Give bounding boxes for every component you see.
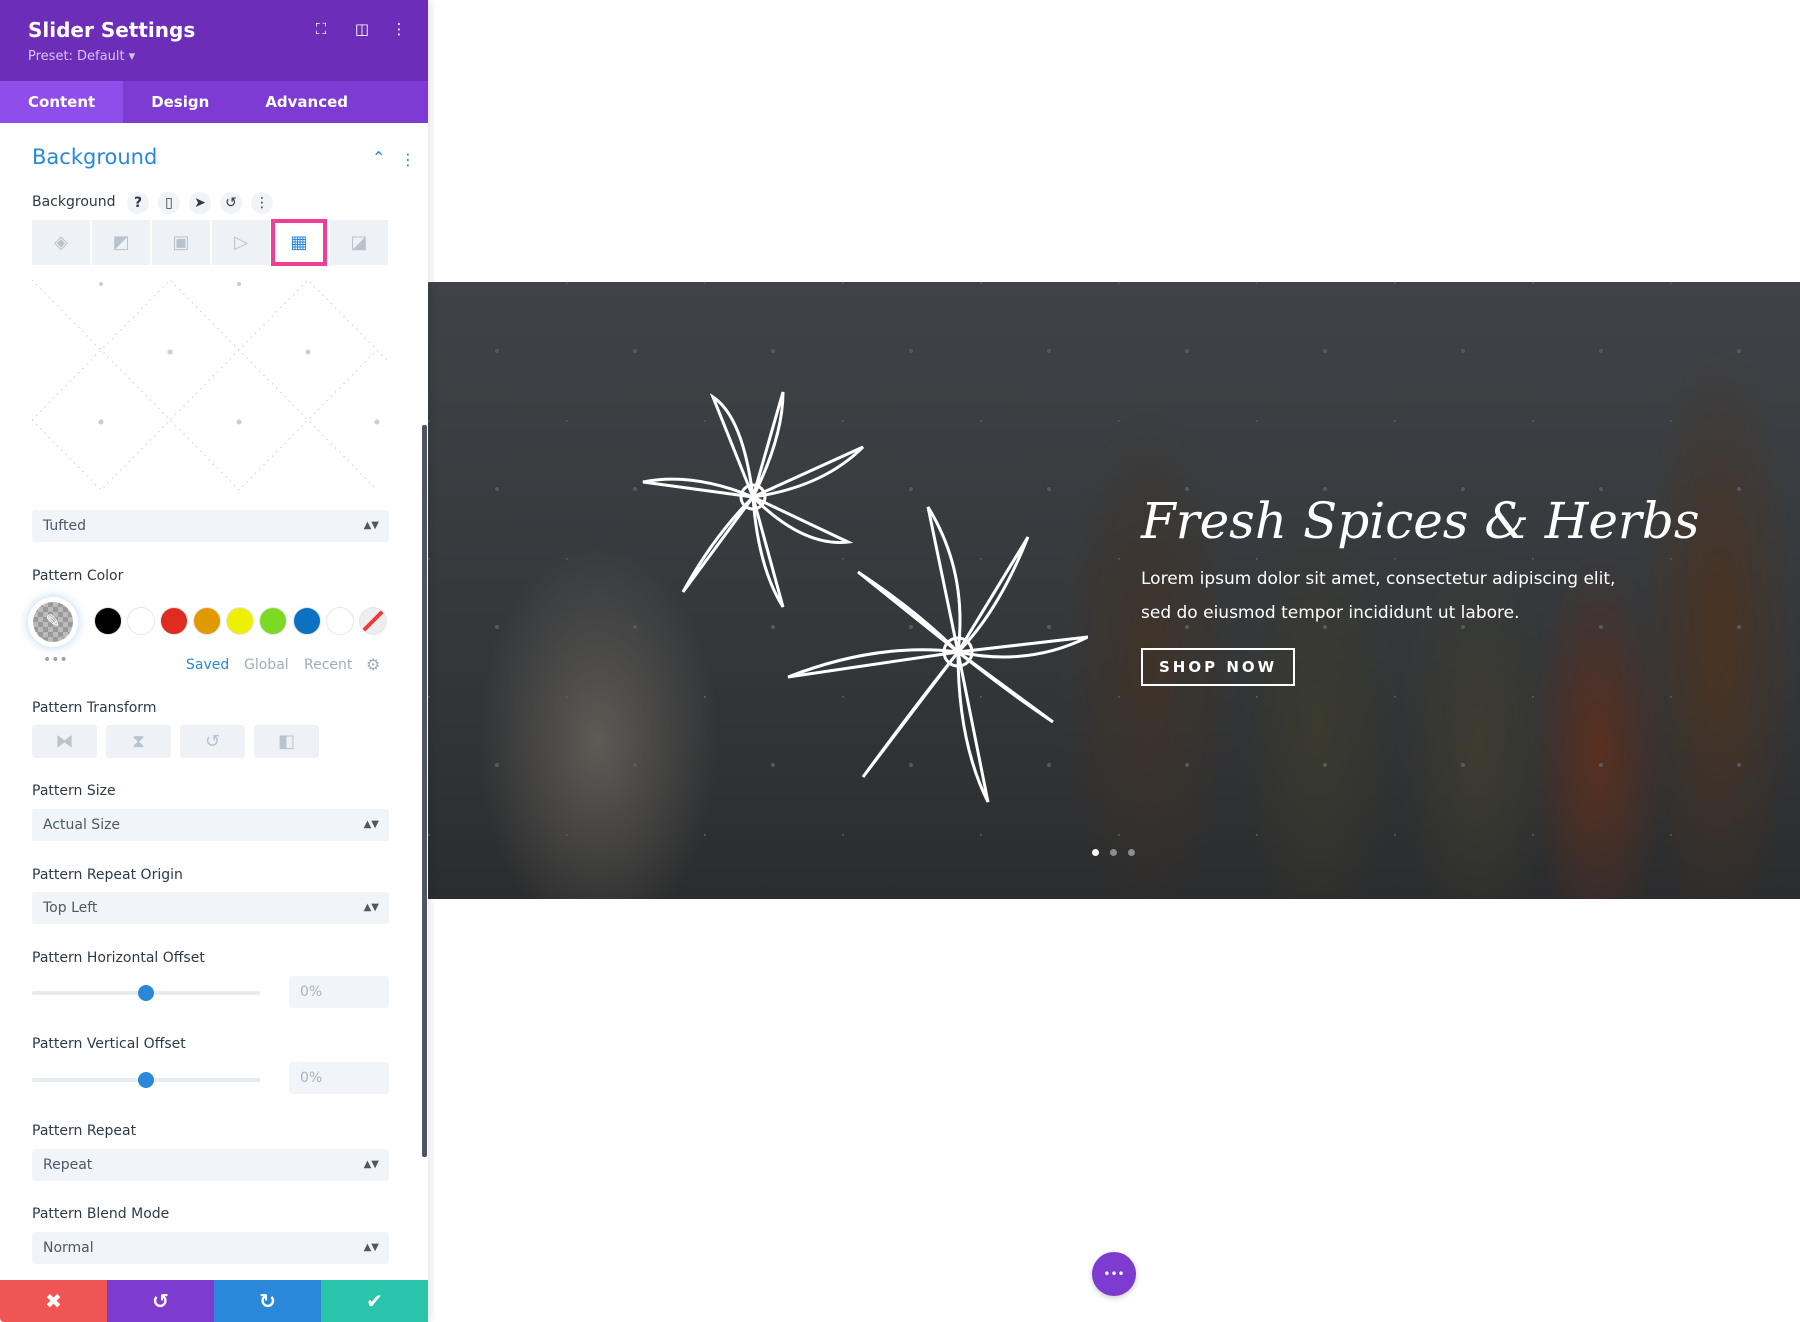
focus-icon[interactable]: ⛶	[311, 20, 331, 38]
select-arrows-icon: ▲▼	[363, 1242, 379, 1253]
bg-type-color[interactable]: ◈	[32, 220, 90, 265]
slide-title: Fresh Spices & Herbs	[1141, 492, 1700, 550]
eyedropper-icon: ✎	[33, 602, 73, 642]
tab-advanced[interactable]: Advanced	[237, 81, 376, 123]
star-anise-illustration	[642, 391, 1088, 803]
panel-title: Slider Settings	[28, 18, 196, 42]
mobile-icon[interactable]: ▯	[158, 192, 180, 214]
video-icon: ▷	[234, 232, 248, 253]
pattern-color-label: Pattern Color	[32, 568, 124, 584]
panel-tabs: Content Design Advanced	[0, 81, 428, 123]
slide-dot-2[interactable]	[1110, 849, 1117, 856]
chevron-up-icon[interactable]: ⌃	[372, 148, 385, 167]
more-vertical-icon[interactable]: ⋮	[400, 150, 416, 169]
v-offset-slider-thumb[interactable]	[138, 1072, 154, 1088]
flip-horizontal-button[interactable]: ⧓	[32, 725, 97, 758]
slide-description-line: sed do eiusmod tempor incididunt ut labo…	[1141, 603, 1520, 623]
bg-type-mask[interactable]: ◪	[330, 220, 388, 265]
bg-type-image[interactable]: ▣	[152, 220, 210, 265]
more-vertical-icon[interactable]: ⋮	[251, 192, 273, 214]
slide-dot-3[interactable]	[1128, 849, 1135, 856]
invert-button[interactable]: ◧	[254, 725, 319, 758]
reset-icon[interactable]: ↺	[220, 192, 242, 214]
h-offset-input[interactable]: 0%	[289, 976, 389, 1008]
repeat-origin-select[interactable]: Top Left ▲▼	[32, 892, 389, 924]
h-offset-slider-thumb[interactable]	[138, 985, 154, 1001]
swatch-green[interactable]	[259, 607, 287, 635]
save-button[interactable]: ✔	[321, 1280, 428, 1322]
flip-vertical-button[interactable]: ⧗	[106, 725, 171, 758]
more-horizontal-icon[interactable]: •••	[43, 652, 68, 668]
color-tab-global[interactable]: Global	[244, 657, 289, 673]
select-arrows-icon: ▲▼	[363, 520, 379, 531]
color-tab-saved[interactable]: Saved	[186, 657, 229, 673]
more-vertical-icon[interactable]: ⋮	[389, 20, 409, 38]
flip-horizontal-icon: ⧓	[55, 731, 74, 752]
swatch-yellow[interactable]	[226, 607, 254, 635]
hover-cursor-icon[interactable]: ➤	[189, 192, 211, 214]
background-label: Background	[32, 194, 116, 210]
bg-type-video[interactable]: ▷	[212, 220, 270, 265]
color-picker-button[interactable]: ✎	[28, 597, 78, 647]
swatch-black[interactable]	[94, 607, 122, 635]
pattern-preview	[32, 280, 389, 490]
shop-now-button[interactable]: SHOP NOW	[1141, 648, 1296, 686]
image-icon: ▣	[172, 232, 190, 253]
split-view-icon[interactable]: ◫	[352, 20, 372, 38]
select-arrows-icon: ▲▼	[363, 902, 379, 913]
settings-panel: Slider Settings Preset: Default ▾ ⛶ ◫ ⋮ …	[0, 0, 428, 1322]
v-offset-input[interactable]: 0%	[289, 1062, 389, 1094]
rotate-icon: ↺	[204, 731, 221, 752]
pattern-repeat-select[interactable]: Repeat ▲▼	[32, 1149, 389, 1181]
panel-scrollbar[interactable]	[422, 425, 427, 1157]
pattern-size-select[interactable]: Actual Size ▲▼	[32, 809, 389, 841]
bg-type-gradient[interactable]: ◩	[92, 220, 150, 265]
cancel-button[interactable]: ✖	[0, 1280, 107, 1322]
repeat-origin-label: Pattern Repeat Origin	[32, 867, 183, 883]
preset-dropdown[interactable]: Preset: Default ▾	[28, 49, 135, 64]
section-title[interactable]: Background	[32, 145, 157, 169]
slide-description: Lorem ipsum dolor sit amet, consectetur …	[1141, 562, 1615, 630]
slider-preview[interactable]: Fresh Spices & Herbs Lorem ipsum dolor s…	[428, 282, 1800, 899]
swatch-white[interactable]	[127, 607, 155, 635]
v-offset-label: Pattern Vertical Offset	[32, 1036, 186, 1052]
flip-vertical-icon: ⧗	[132, 731, 145, 752]
blend-mode-label: Pattern Blend Mode	[32, 1206, 170, 1222]
paint-bucket-icon: ◈	[54, 232, 68, 253]
color-tab-recent[interactable]: Recent	[304, 657, 352, 673]
swatch-orange[interactable]	[193, 607, 221, 635]
undo-button[interactable]: ↺	[107, 1280, 214, 1322]
gradient-icon: ◩	[112, 232, 130, 253]
swatch-white-2[interactable]	[326, 607, 354, 635]
swatch-red[interactable]	[160, 607, 188, 635]
pattern-icon: ▦	[290, 232, 308, 253]
pattern-transform-label: Pattern Transform	[32, 700, 157, 716]
redo-button[interactable]: ↻	[214, 1280, 321, 1322]
blend-mode-select[interactable]: Normal ▲▼	[32, 1232, 389, 1264]
panel-header: Slider Settings Preset: Default ▾ ⛶ ◫ ⋮	[0, 0, 428, 81]
swatch-none[interactable]	[359, 607, 387, 635]
mask-icon: ◪	[350, 232, 368, 253]
slide-description-line: Lorem ipsum dolor sit amet, consectetur …	[1141, 569, 1616, 589]
pattern-repeat-label: Pattern Repeat	[32, 1123, 137, 1139]
gear-icon[interactable]: ⚙	[366, 655, 380, 674]
pattern-size-label: Pattern Size	[32, 783, 116, 799]
select-arrows-icon: ▲▼	[363, 819, 379, 830]
tab-design[interactable]: Design	[123, 81, 237, 123]
rotate-button[interactable]: ↺	[180, 725, 245, 758]
tab-content[interactable]: Content	[0, 81, 124, 123]
bg-type-pattern[interactable]: ▦	[271, 219, 327, 266]
h-offset-label: Pattern Horizontal Offset	[32, 950, 205, 966]
page-settings-button[interactable]: •••	[1092, 1252, 1136, 1296]
invert-icon: ◧	[277, 731, 295, 752]
pattern-style-select[interactable]: Tufted ▲▼	[32, 510, 389, 542]
swatch-blue[interactable]	[293, 607, 321, 635]
help-icon[interactable]: ?	[127, 192, 149, 214]
select-arrows-icon: ▲▼	[363, 1159, 379, 1170]
slide-dot-1[interactable]	[1092, 849, 1099, 856]
